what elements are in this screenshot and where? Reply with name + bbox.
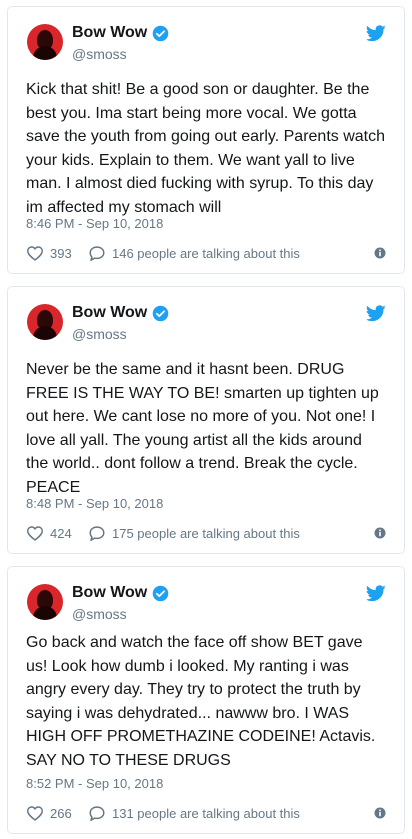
author-row: Bow Wow bbox=[72, 584, 169, 602]
author-handle[interactable]: @smoss bbox=[72, 46, 127, 62]
author-row: Bow Wow bbox=[72, 304, 169, 322]
talking-count: 146 people are talking about this bbox=[112, 245, 300, 261]
verified-badge-icon bbox=[152, 585, 169, 601]
author-name[interactable]: Bow Wow bbox=[72, 584, 147, 602]
talking-count: 131 people are talking about this bbox=[112, 805, 300, 821]
author-handle[interactable]: @smoss bbox=[72, 326, 127, 342]
verified-badge-icon bbox=[152, 25, 169, 41]
info-icon[interactable] bbox=[374, 247, 386, 259]
verified-badge-icon bbox=[152, 305, 169, 321]
like-count: 266 bbox=[50, 805, 72, 821]
tweet-text: Kick that shit! Be a good son or daughte… bbox=[26, 81, 386, 216]
reply-action[interactable]: 131 people are talking about this bbox=[88, 803, 300, 823]
tweet-timestamp[interactable]: 8:52 PM - Sep 10, 2018 bbox=[26, 776, 163, 791]
avatar[interactable] bbox=[27, 584, 63, 620]
talking-count: 175 people are talking about this bbox=[112, 525, 300, 541]
author-name[interactable]: Bow Wow bbox=[72, 304, 147, 322]
tweet-card[interactable]: Bow Wow @smoss Kick that shit! Be a good… bbox=[7, 6, 405, 274]
reply-bubble-icon bbox=[89, 525, 105, 541]
heart-icon bbox=[26, 246, 44, 261]
twitter-bird-icon[interactable] bbox=[366, 585, 386, 602]
tweet-text: Never be the same and it hasnt been. DRU… bbox=[26, 361, 379, 496]
tweet-timestamp[interactable]: 8:48 PM - Sep 10, 2018 bbox=[26, 496, 163, 511]
like-action[interactable]: 424 bbox=[26, 523, 72, 543]
reply-action[interactable]: 146 people are talking about this bbox=[88, 243, 300, 263]
info-icon[interactable] bbox=[374, 807, 386, 819]
avatar[interactable] bbox=[27, 304, 63, 340]
tweet-card[interactable]: Bow Wow @smoss Never be the same and it … bbox=[7, 286, 405, 554]
twitter-bird-icon[interactable] bbox=[366, 25, 386, 42]
avatar[interactable] bbox=[27, 24, 63, 60]
tweet-actions: 266 131 people are talking about this bbox=[26, 803, 386, 823]
author-row: Bow Wow bbox=[72, 24, 169, 42]
info-icon[interactable] bbox=[374, 527, 386, 539]
reply-bubble-icon bbox=[89, 245, 105, 261]
heart-icon bbox=[26, 806, 44, 821]
like-action[interactable]: 266 bbox=[26, 803, 72, 823]
tweet-actions: 393 146 people are talking about this bbox=[26, 243, 386, 263]
reply-action[interactable]: 175 people are talking about this bbox=[88, 523, 300, 543]
author-handle[interactable]: @smoss bbox=[72, 606, 127, 622]
twitter-bird-icon[interactable] bbox=[366, 305, 386, 322]
tweet-actions: 424 175 people are talking about this bbox=[26, 523, 386, 543]
heart-icon bbox=[26, 526, 44, 541]
like-count: 393 bbox=[50, 245, 72, 261]
like-count: 424 bbox=[50, 525, 72, 541]
reply-bubble-icon bbox=[89, 805, 105, 821]
author-name[interactable]: Bow Wow bbox=[72, 24, 147, 42]
tweet-card[interactable]: Bow Wow @smoss Go back and watch the fac… bbox=[7, 566, 405, 834]
like-action[interactable]: 393 bbox=[26, 243, 72, 263]
tweet-text: Go back and watch the face off show BET … bbox=[26, 634, 376, 769]
tweet-timestamp[interactable]: 8:46 PM - Sep 10, 2018 bbox=[26, 216, 163, 231]
